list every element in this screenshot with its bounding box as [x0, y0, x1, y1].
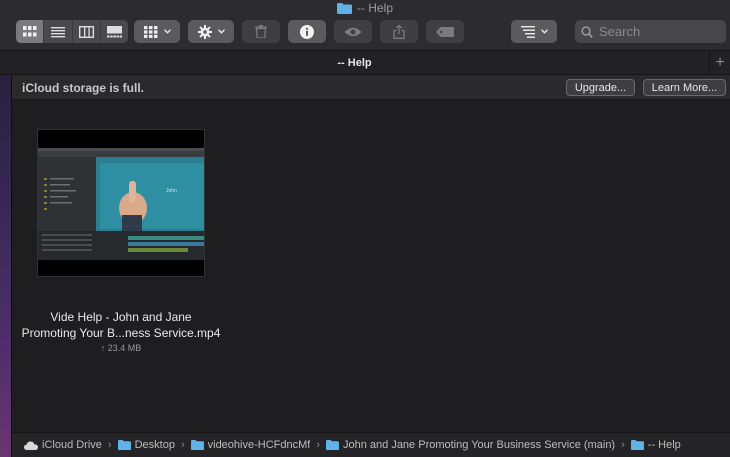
file-browser-content: John Vide Help - John and Jane Promoting… [12, 101, 730, 432]
path-item-videohive[interactable]: videohive-HCFdncMf [190, 439, 311, 451]
path-item-label: iCloud Drive [42, 439, 102, 451]
group-by-icon [143, 25, 157, 38]
share-button[interactable] [380, 20, 418, 43]
titlebar: -- Help [0, 0, 730, 50]
window-title-text: -- Help [356, 1, 393, 15]
action-menu-button[interactable] [188, 20, 234, 43]
move-to-trash-button[interactable] [242, 20, 280, 43]
thumbnail-image: John [38, 148, 204, 260]
tab-label: -- Help [337, 57, 372, 69]
folder-icon [190, 440, 204, 450]
chevron-right-icon: › [107, 439, 112, 451]
info-icon [300, 24, 314, 39]
upgrade-button[interactable]: Upgrade... [566, 79, 635, 96]
sort-icon [520, 25, 535, 38]
file-upload-size: ↑ 23.4 MB [100, 343, 142, 353]
finder-window: -- Help Search -- Help + iCloud storage … [0, 0, 730, 457]
icon-view-button[interactable] [16, 20, 45, 43]
icloud-storage-banner: iCloud storage is full. Upgrade... Learn… [12, 75, 730, 100]
list-view-icon [50, 26, 65, 37]
path-bar: iCloud Drive › Desktop › videohive-HCFdn… [12, 432, 730, 457]
path-item-label: Desktop [134, 439, 175, 451]
thumbnail-screen: John [38, 148, 204, 260]
tab-help[interactable]: -- Help [0, 51, 709, 75]
icon-view-icon [22, 25, 37, 36]
view-mode-control [16, 20, 128, 43]
file-name-line-2: Promoting Your B...ness Service.mp4 [21, 326, 221, 340]
chevron-down-icon [163, 29, 171, 34]
window-title: -- Help [0, 0, 730, 16]
get-info-button[interactable] [288, 20, 326, 43]
edit-tags-button[interactable] [426, 20, 464, 43]
gallery-view-icon [106, 25, 122, 37]
file-name: Vide Help - John and Jane Promoting Your… [12, 309, 230, 341]
search-field[interactable] [575, 20, 726, 43]
tag-icon [436, 26, 454, 37]
path-item-label: -- Help [647, 439, 681, 451]
folder-icon [117, 440, 131, 450]
column-view-icon [78, 25, 94, 38]
learn-more-button[interactable]: Learn More... [643, 79, 726, 96]
path-item-label: videohive-HCFdncMf [207, 439, 311, 451]
sort-by-button[interactable] [511, 20, 557, 43]
video-thumbnail: John [37, 129, 205, 277]
tab-bar: -- Help + [0, 50, 730, 75]
path-item-label: John and Jane Promoting Your Business Se… [343, 439, 616, 451]
list-view-button[interactable] [44, 20, 73, 43]
chevron-down-icon [217, 29, 225, 34]
chevron-right-icon: › [621, 439, 625, 451]
gallery-view-button[interactable] [101, 20, 128, 43]
group-by-button[interactable] [134, 20, 180, 43]
chevron-right-icon: › [316, 439, 320, 451]
plus-icon: + [715, 54, 725, 71]
desktop-wallpaper-strip [0, 75, 12, 457]
path-item-desktop[interactable]: Desktop [117, 439, 175, 451]
chevron-down-icon [540, 29, 548, 34]
path-item-project[interactable]: John and Jane Promoting Your Business Se… [326, 439, 615, 451]
thumbnail-caption: John [166, 188, 177, 194]
quick-look-button[interactable] [334, 20, 372, 43]
folder-icon [336, 2, 352, 14]
chevron-right-icon: › [180, 439, 185, 451]
eye-icon [344, 27, 362, 36]
search-input[interactable] [599, 24, 719, 39]
cloud-icon [24, 441, 38, 450]
path-item-icloud-drive[interactable]: iCloud Drive [24, 439, 102, 451]
share-icon [393, 24, 405, 39]
search-icon [581, 25, 593, 38]
gear-icon [197, 24, 212, 39]
path-item-help[interactable]: -- Help [630, 439, 681, 451]
column-view-button[interactable] [73, 20, 101, 43]
banner-message: iCloud storage is full. [22, 81, 145, 95]
trash-icon [255, 25, 267, 38]
folder-icon [326, 440, 339, 450]
toolbar [16, 20, 728, 44]
new-tab-button[interactable]: + [709, 51, 730, 75]
folder-icon [630, 440, 644, 450]
file-name-line-1: Vide Help - John and Jane [50, 310, 192, 324]
